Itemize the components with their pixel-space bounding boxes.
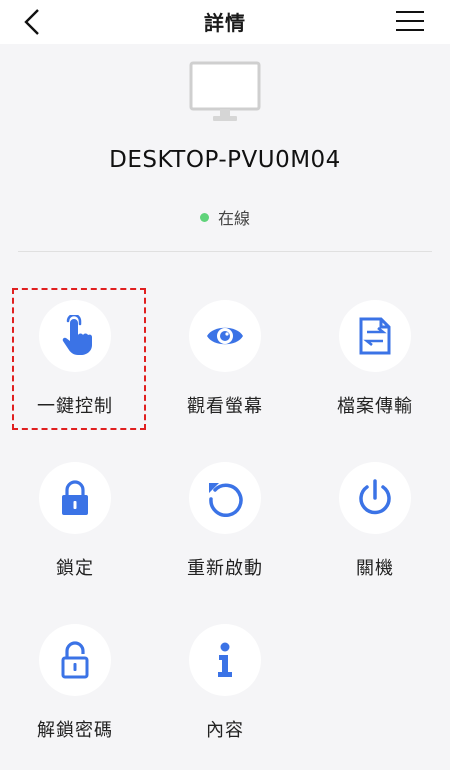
action-label: 解鎖密碼	[37, 720, 113, 741]
view-screen-button[interactable]: 觀看螢幕	[155, 300, 295, 418]
unlock-icon	[61, 641, 89, 679]
device-status: 在線	[0, 205, 450, 229]
action-icon-circle	[339, 462, 411, 534]
action-icon-circle	[189, 462, 261, 534]
info-icon	[218, 642, 232, 677]
action-label: 關機	[356, 558, 394, 579]
properties-button[interactable]: 內容	[155, 624, 295, 742]
lock-button[interactable]: 鎖定	[5, 462, 145, 580]
action-label: 重新啟動	[187, 558, 263, 579]
device-name: DESKTOP-PVU0M04	[109, 147, 341, 173]
page-title: 詳情	[204, 11, 246, 35]
action-label: 內容	[206, 720, 244, 741]
action-label: 鎖定	[56, 558, 94, 579]
power-icon	[359, 479, 391, 515]
online-status-dot	[199, 213, 209, 222]
lock-icon	[62, 480, 88, 515]
shutdown-button[interactable]: 關機	[305, 462, 445, 580]
action-icon-circle	[339, 300, 411, 372]
action-icon-circle	[189, 624, 261, 696]
file-transfer-icon	[359, 317, 391, 355]
action-label: 檔案傳輸	[337, 396, 413, 417]
divider	[18, 251, 432, 252]
action-icon-circle	[39, 624, 111, 696]
highlight-box	[12, 288, 146, 430]
menu-button[interactable]	[396, 9, 424, 35]
top-bar: 詳情	[0, 0, 450, 44]
hamburger-menu-icon	[396, 9, 424, 31]
restart-icon	[209, 483, 243, 517]
action-icon-circle	[189, 300, 261, 372]
action-icon-circle	[39, 462, 111, 534]
action-label: 觀看螢幕	[187, 396, 263, 417]
restart-button[interactable]: 重新啟動	[155, 462, 295, 580]
file-transfer-button[interactable]: 檔案傳輸	[305, 300, 445, 418]
monitor-icon	[189, 61, 261, 121]
unlock-password-button[interactable]: 解鎖密碼	[5, 624, 145, 742]
eye-icon	[207, 327, 243, 345]
status-text: 在線	[217, 209, 250, 228]
